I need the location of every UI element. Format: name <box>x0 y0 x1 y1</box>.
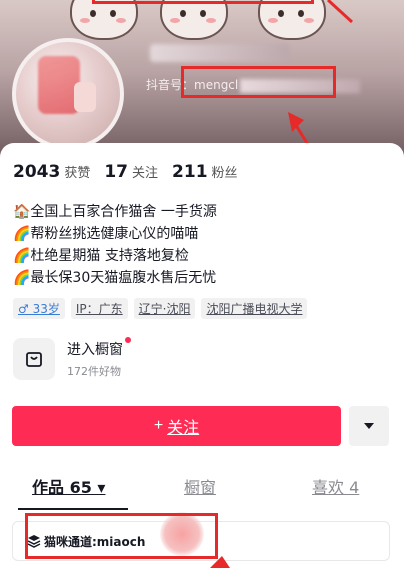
tab-likes[interactable]: 喜欢 4 <box>312 474 359 498</box>
bio-line: 🏠全国上百家合作猫舍 一手货源 <box>13 204 217 220</box>
tag-location[interactable]: 辽宁·沈阳 <box>133 298 196 319</box>
bio-line: 🌈最长保30天猫瘟腹水售后无忧 <box>13 270 217 286</box>
tab-works[interactable]: 作品 65 ▾ <box>32 474 105 498</box>
profile-tags: ♂ 33岁 IP：广东 辽宁·沈阳 沈阳广播电视大学 <box>13 298 308 319</box>
cat-illustration <box>70 0 138 40</box>
tag-school[interactable]: 沈阳广播电视大学 <box>201 298 308 319</box>
plus-icon: + <box>153 417 164 434</box>
stat-likes[interactable]: 2043 获赞 <box>13 162 90 182</box>
annotation-arrow-top <box>326 0 354 24</box>
follow-label: 关注 <box>167 420 200 437</box>
bio-line: 🌈帮粉丝挑选健康心仪的喵喵 <box>13 226 199 242</box>
caret-down-icon <box>364 423 374 429</box>
shop-subtitle: 172件好物 <box>67 365 121 378</box>
content-tabs: 作品 65 ▾ 橱窗 喜欢 4 <box>0 474 404 504</box>
avatar[interactable] <box>12 38 124 150</box>
annotation-box-id <box>181 66 336 98</box>
shop-title: 进入橱窗 <box>67 337 131 359</box>
tag-ip[interactable]: IP：广东 <box>70 298 128 319</box>
stat-followers[interactable]: 211 粉丝 <box>172 162 238 182</box>
bio: 🏠全国上百家合作猫舍 一手货源 🌈帮粉丝挑选健康心仪的喵喵 🌈杜绝星期猫 支持落… <box>13 201 217 289</box>
cat-illustration <box>258 0 326 40</box>
annotation-box-channel <box>25 513 218 559</box>
active-tab-indicator <box>18 508 128 510</box>
annotation-box-top <box>92 0 314 4</box>
nickname-blurred <box>150 44 290 62</box>
cat-illustration <box>160 0 228 40</box>
stats-row: 2043 获赞 17 关注 211 粉丝 <box>13 162 252 182</box>
notification-dot <box>125 337 131 343</box>
stat-following[interactable]: 17 关注 <box>104 162 158 182</box>
tag-age[interactable]: ♂ 33岁 <box>13 298 65 319</box>
tab-shop-window[interactable]: 橱窗 <box>184 474 216 498</box>
bio-line: 🌈杜绝星期猫 支持落地复检 <box>13 248 189 264</box>
more-options-button[interactable] <box>349 406 389 446</box>
annotation-arrow-bottom <box>210 556 230 568</box>
shop-bag-icon <box>13 338 55 380</box>
follow-button[interactable]: + 关注 <box>12 406 341 446</box>
shop-window-entry[interactable]: 进入橱窗 172件好物 <box>13 337 131 380</box>
